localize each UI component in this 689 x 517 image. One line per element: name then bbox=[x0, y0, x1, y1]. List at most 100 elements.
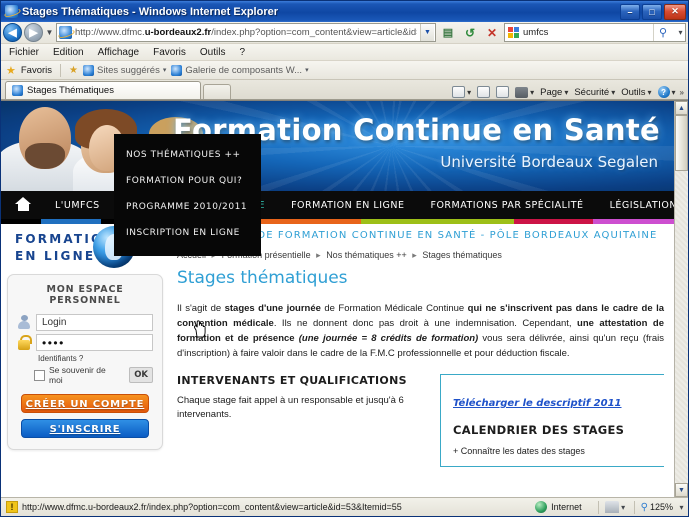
scrollbar-thumb[interactable] bbox=[675, 115, 688, 171]
password-input[interactable]: •••• bbox=[36, 334, 153, 351]
forward-button[interactable]: ▶ bbox=[24, 23, 43, 42]
chevron-down-icon[interactable]: ▾ bbox=[611, 88, 615, 97]
breadcrumb-item-nos-thematiques[interactable]: Nos thématiques ++ bbox=[326, 250, 407, 260]
compatibility-view-icon[interactable]: ▤ bbox=[438, 23, 458, 42]
help-icon: ? bbox=[657, 86, 670, 98]
password-row: •••• bbox=[17, 334, 153, 351]
window-controls: – □ ✕ bbox=[620, 3, 686, 20]
search-value: umfcs bbox=[523, 27, 549, 38]
search-dropdown-icon[interactable]: ▾ bbox=[676, 28, 685, 37]
nav-home[interactable] bbox=[1, 196, 42, 214]
identifiants-link[interactable]: Identifiants ? bbox=[38, 354, 153, 363]
nav-item-legislation[interactable]: LÉGISLATION bbox=[597, 200, 674, 211]
tab-stages-thematiques[interactable]: Stages Thématiques bbox=[5, 81, 201, 99]
fav-web-slice-gallery[interactable]: Galerie de composants W... ▾ bbox=[171, 64, 309, 76]
page-menu[interactable]: Page ▾ bbox=[538, 87, 570, 98]
dropdown-item-programme[interactable]: PROGRAMME 2010/2011 bbox=[114, 194, 261, 220]
content-columns: INTERVENANTS ET QUALIFICATIONS Chaque st… bbox=[177, 374, 664, 467]
nav-item-umfcs[interactable]: L'UMFCS bbox=[42, 200, 113, 211]
url-input[interactable]: http://www.dfmc.u-bordeaux2.fr/index.php… bbox=[56, 23, 436, 42]
security-menu[interactable]: Sécurité ▾ bbox=[572, 87, 617, 98]
menu-item-edition[interactable]: Edition bbox=[53, 47, 84, 58]
site-nav: L'UMFCS FORMATION PRÉSENTIELLE FORMATION… bbox=[1, 191, 674, 219]
search-icon[interactable]: ⚲ bbox=[653, 24, 672, 41]
download-descriptif-link[interactable]: Télécharger le descriptif 2011 bbox=[453, 398, 622, 409]
maximize-button[interactable]: □ bbox=[642, 3, 662, 20]
mouse-cursor-icon bbox=[193, 320, 206, 338]
ie-icon bbox=[171, 64, 183, 76]
zoom-level[interactable]: 125% bbox=[650, 502, 673, 512]
page-body: FORMATION EN LIGNE MON ESPACE PERSONNEL … bbox=[1, 224, 674, 467]
remember-me-checkbox[interactable] bbox=[34, 369, 45, 381]
login-row: Login bbox=[17, 314, 153, 331]
calendar-dates-link[interactable]: + Connaître les dates des stages bbox=[453, 446, 654, 456]
history-dropdown-icon[interactable]: ▼ bbox=[45, 28, 54, 37]
overflow-icon[interactable]: » bbox=[680, 88, 684, 97]
back-button[interactable]: ◀ bbox=[3, 23, 22, 42]
login-panel-title: MON ESPACE PERSONNEL bbox=[46, 284, 124, 306]
chevron-down-icon[interactable]: ▾ bbox=[530, 88, 534, 97]
create-account-button[interactable]: CRÉER UN COMPTE bbox=[21, 394, 149, 413]
fav-suggested-sites[interactable]: Sites suggérés ▾ bbox=[83, 64, 167, 76]
site-nav-wrapper: L'UMFCS FORMATION PRÉSENTIELLE FORMATION… bbox=[1, 191, 674, 224]
menu-item-favoris[interactable]: Favoris bbox=[153, 47, 186, 58]
menu-item-outils[interactable]: Outils bbox=[200, 47, 226, 58]
rss-icon bbox=[477, 86, 491, 98]
scroll-up-button[interactable]: ▲ bbox=[675, 101, 688, 115]
warning-icon: ! bbox=[6, 501, 18, 513]
favorites-bar: ★ Favoris ★ Sites suggérés ▾ Galerie de … bbox=[1, 61, 688, 80]
refresh-button[interactable]: ↺ bbox=[460, 23, 480, 42]
chevron-down-icon[interactable]: ▾ bbox=[672, 88, 676, 97]
new-tab-button[interactable] bbox=[203, 84, 231, 99]
chevron-down-icon[interactable]: ▾ bbox=[305, 66, 309, 74]
page-title: Stages thématiques bbox=[177, 268, 348, 288]
help-menu[interactable]: ? ▾ bbox=[656, 86, 678, 98]
security-menu-label: Sécurité bbox=[574, 86, 610, 98]
add-favorite-icon[interactable]: ★ bbox=[69, 65, 78, 76]
status-divider bbox=[633, 500, 635, 514]
browser-window: Stages Thématiques - Windows Internet Ex… bbox=[0, 0, 689, 517]
favorites-button-label[interactable]: Favoris bbox=[21, 65, 52, 76]
security-zone-label[interactable]: Internet bbox=[551, 502, 582, 512]
read-mail-button[interactable] bbox=[494, 86, 511, 98]
menu-item-help[interactable]: ? bbox=[239, 47, 245, 58]
chevron-down-icon[interactable]: ▾ bbox=[619, 503, 628, 512]
login-input[interactable]: Login bbox=[36, 314, 153, 331]
para-part: . Ils ne donnent donc pas droit à une in… bbox=[273, 318, 578, 329]
web-page: Formation Continue en Santé Université B… bbox=[1, 101, 674, 497]
url-dropdown-icon[interactable]: ▼ bbox=[420, 24, 434, 41]
stop-button[interactable]: ✕ bbox=[482, 23, 502, 42]
chevron-down-icon[interactable]: ▾ bbox=[467, 88, 471, 97]
menu-item-affichage[interactable]: Affichage bbox=[98, 47, 140, 58]
ok-button[interactable]: OK bbox=[129, 367, 153, 383]
subscribe-button[interactable]: S'INSCRIRE bbox=[21, 419, 149, 438]
minimize-button[interactable]: – bbox=[620, 3, 640, 20]
home-button[interactable]: ▾ bbox=[450, 86, 473, 98]
para-part: Il s'agit de bbox=[177, 303, 225, 314]
zoom-dropdown-icon[interactable]: ▾ bbox=[677, 503, 686, 512]
chevron-down-icon[interactable]: ▾ bbox=[648, 88, 652, 97]
nav-item-formations-par-specialite[interactable]: FORMATIONS PAR SPÉCIALITÉ bbox=[417, 200, 596, 211]
search-input[interactable]: umfcs ⚲ ▾ bbox=[504, 23, 686, 42]
menu-item-fichier[interactable]: Fichier bbox=[9, 47, 39, 58]
vertical-scrollbar[interactable]: ▲ ▼ bbox=[674, 101, 688, 497]
dropdown-item-inscription-en-ligne[interactable]: INSCRIPTION EN LIGNE bbox=[114, 220, 261, 246]
tools-menu[interactable]: Outils ▾ bbox=[619, 87, 653, 98]
favorites-star-icon[interactable]: ★ bbox=[6, 64, 16, 77]
close-button[interactable]: ✕ bbox=[664, 3, 686, 20]
dropdown-item-formation-pour-qui[interactable]: FORMATION POUR QUI? bbox=[114, 168, 261, 194]
remember-me-label: Se souvenir de moi bbox=[49, 365, 106, 385]
scrollbar-track[interactable] bbox=[675, 115, 688, 483]
dropdown-item-nos-thematiques[interactable]: NOS THÉMATIQUES ++ bbox=[114, 142, 261, 168]
print-button[interactable]: ▾ bbox=[513, 86, 536, 98]
calendar-heading: CALENDRIER DES STAGES bbox=[453, 423, 625, 437]
title-bar: Stages Thématiques - Windows Internet Ex… bbox=[1, 1, 688, 22]
google-icon bbox=[508, 27, 519, 38]
scroll-down-button[interactable]: ▼ bbox=[675, 483, 688, 497]
globe-icon bbox=[535, 501, 548, 513]
nav-item-formation-en-ligne[interactable]: FORMATION EN LIGNE bbox=[278, 200, 417, 211]
ie-icon bbox=[83, 64, 94, 76]
feeds-button[interactable] bbox=[475, 86, 492, 98]
chevron-down-icon[interactable]: ▾ bbox=[163, 66, 167, 74]
chevron-down-icon[interactable]: ▾ bbox=[564, 88, 568, 97]
